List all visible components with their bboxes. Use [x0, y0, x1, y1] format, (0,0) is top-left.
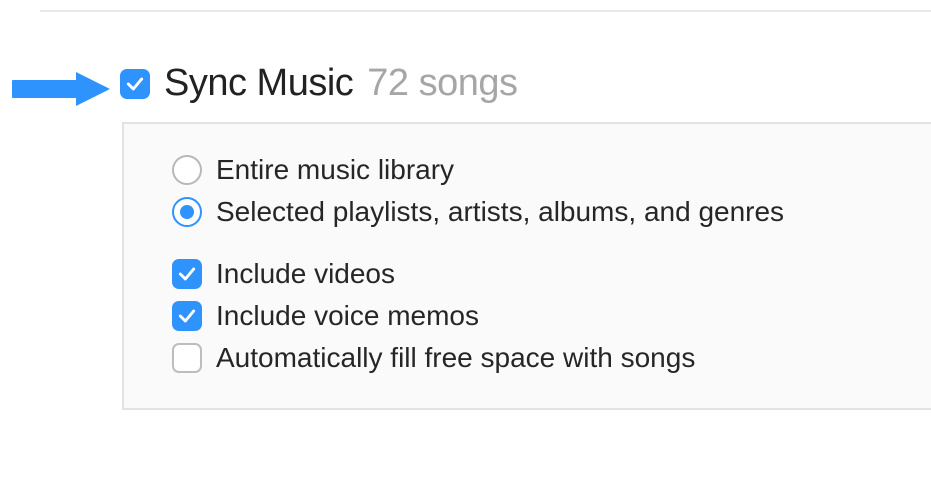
checkmark-icon — [125, 74, 145, 94]
radio-entire-library[interactable] — [172, 155, 202, 185]
checkbox-include-videos[interactable] — [172, 259, 202, 289]
checkbox-auto-fill[interactable] — [172, 343, 202, 373]
sync-music-title: Sync Music — [164, 62, 353, 105]
radio-label: Selected playlists, artists, albums, and… — [216, 196, 784, 228]
checkmark-icon — [177, 264, 197, 284]
checkbox-option-include-videos[interactable]: Include videos — [172, 258, 931, 290]
checkbox-label: Include voice memos — [216, 300, 479, 332]
radio-option-entire-library[interactable]: Entire music library — [172, 154, 931, 186]
checkbox-option-include-voice-memos[interactable]: Include voice memos — [172, 300, 931, 332]
checkbox-option-auto-fill[interactable]: Automatically fill free space with songs — [172, 342, 931, 374]
radio-option-selected-playlists[interactable]: Selected playlists, artists, albums, and… — [172, 196, 931, 228]
checkmark-icon — [177, 306, 197, 326]
sync-options-panel: Entire music library Selected playlists,… — [122, 122, 931, 410]
checkbox-label: Include videos — [216, 258, 395, 290]
radio-label: Entire music library — [216, 154, 454, 186]
checkbox-label: Automatically fill free space with songs — [216, 342, 695, 374]
top-divider — [40, 10, 931, 12]
sync-music-checkbox[interactable] — [120, 69, 150, 99]
sync-music-header: Sync Music 72 songs — [120, 62, 518, 105]
checkbox-include-voice-memos[interactable] — [172, 301, 202, 331]
radio-selected-playlists[interactable] — [172, 197, 202, 227]
pointer-arrow-icon — [12, 68, 112, 115]
sync-music-count: 72 songs — [367, 62, 517, 105]
